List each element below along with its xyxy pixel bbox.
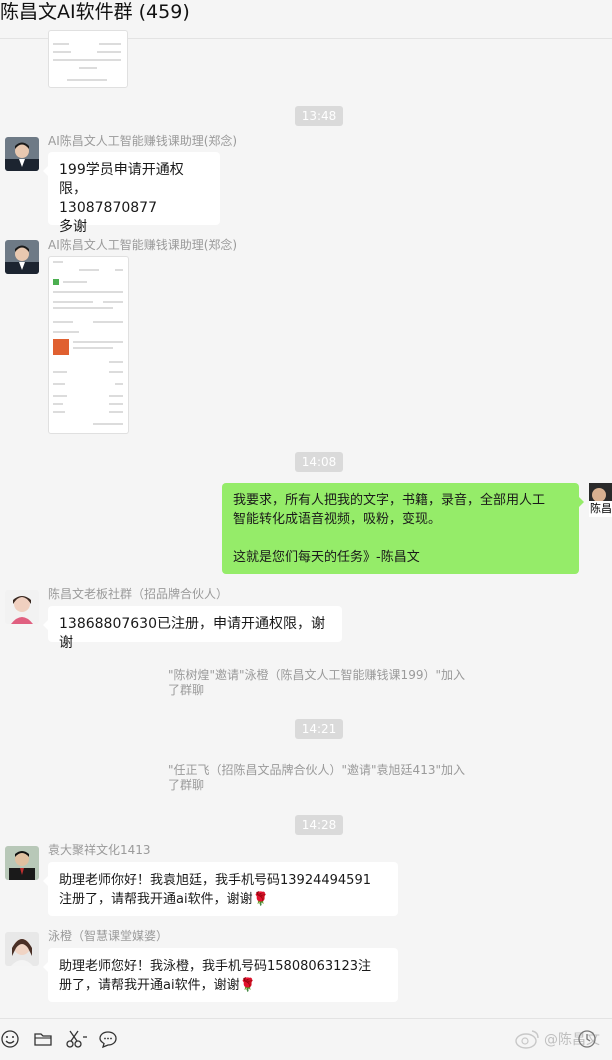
system-notice: "任正飞（招陈昌文品牌合伙人）"邀请"袁旭廷413"加入 了群聊 — [168, 763, 465, 792]
timestamp: 14:21 — [295, 719, 343, 739]
emoji-icon[interactable] — [0, 1029, 20, 1049]
weibo-logo-icon — [514, 1029, 540, 1053]
avatar-self[interactable]: 陈昌 — [589, 483, 612, 517]
sender-name: AI陈昌文人工智能赚钱课助理(郑念) — [48, 134, 238, 148]
chat-bubble-icon[interactable] — [98, 1029, 118, 1049]
sender-name: AI陈昌文人工智能赚钱课助理(郑念) — [48, 238, 238, 252]
avatar[interactable] — [5, 846, 39, 880]
sender-name: 泳橙（智慧课堂媒婆） — [48, 929, 169, 943]
history-icon[interactable] — [577, 1029, 597, 1053]
shared-screenshot-image[interactable] — [48, 256, 129, 434]
avatar[interactable] — [5, 240, 39, 274]
avatar[interactable] — [5, 137, 39, 171]
message-bubble[interactable]: 13868807630已注册，申请开通权限，谢谢 — [43, 606, 342, 651]
timestamp: 13:48 — [295, 106, 343, 126]
system-notice: "陈树煌"邀请"泳橙（陈昌文人工智能赚钱课199）"加入 了群聊 — [168, 668, 465, 697]
message-bubble[interactable]: 199学员申请开通权限， 13087870877 多谢 — [43, 152, 220, 235]
input-toolbar: @陈昌文 — [0, 1018, 612, 1060]
sender-name: 袁大聚祥文化1413 — [48, 843, 151, 857]
message-bubble-self[interactable]: 我要求，所有人把我的文字，书籍，录音，全部用人工 智能转化成语音视频，吸粉，变现… — [222, 483, 584, 574]
avatar[interactable] — [5, 590, 39, 624]
timestamp: 14:08 — [295, 452, 343, 472]
chat-title[interactable]: 陈昌文AI软件群 (459) — [0, 0, 190, 24]
avatar[interactable] — [5, 932, 39, 966]
sender-name: 陈昌文老板社群（招品牌合伙人） — [48, 587, 229, 601]
timestamp: 14:28 — [295, 815, 343, 835]
folder-icon[interactable] — [33, 1029, 53, 1049]
message-bubble[interactable]: 助理老师您好！我泳橙，我手机号码15808063123注 册了，请帮我开通ai软… — [43, 948, 398, 1002]
message-bubble[interactable]: 助理老师你好！我袁旭廷，我手机号码13924494591 注册了，请帮我开通ai… — [43, 862, 398, 916]
avatar-self-label: 陈昌 — [590, 502, 612, 515]
scissors-icon[interactable] — [65, 1029, 89, 1049]
shared-screenshot-top[interactable] — [48, 30, 128, 88]
